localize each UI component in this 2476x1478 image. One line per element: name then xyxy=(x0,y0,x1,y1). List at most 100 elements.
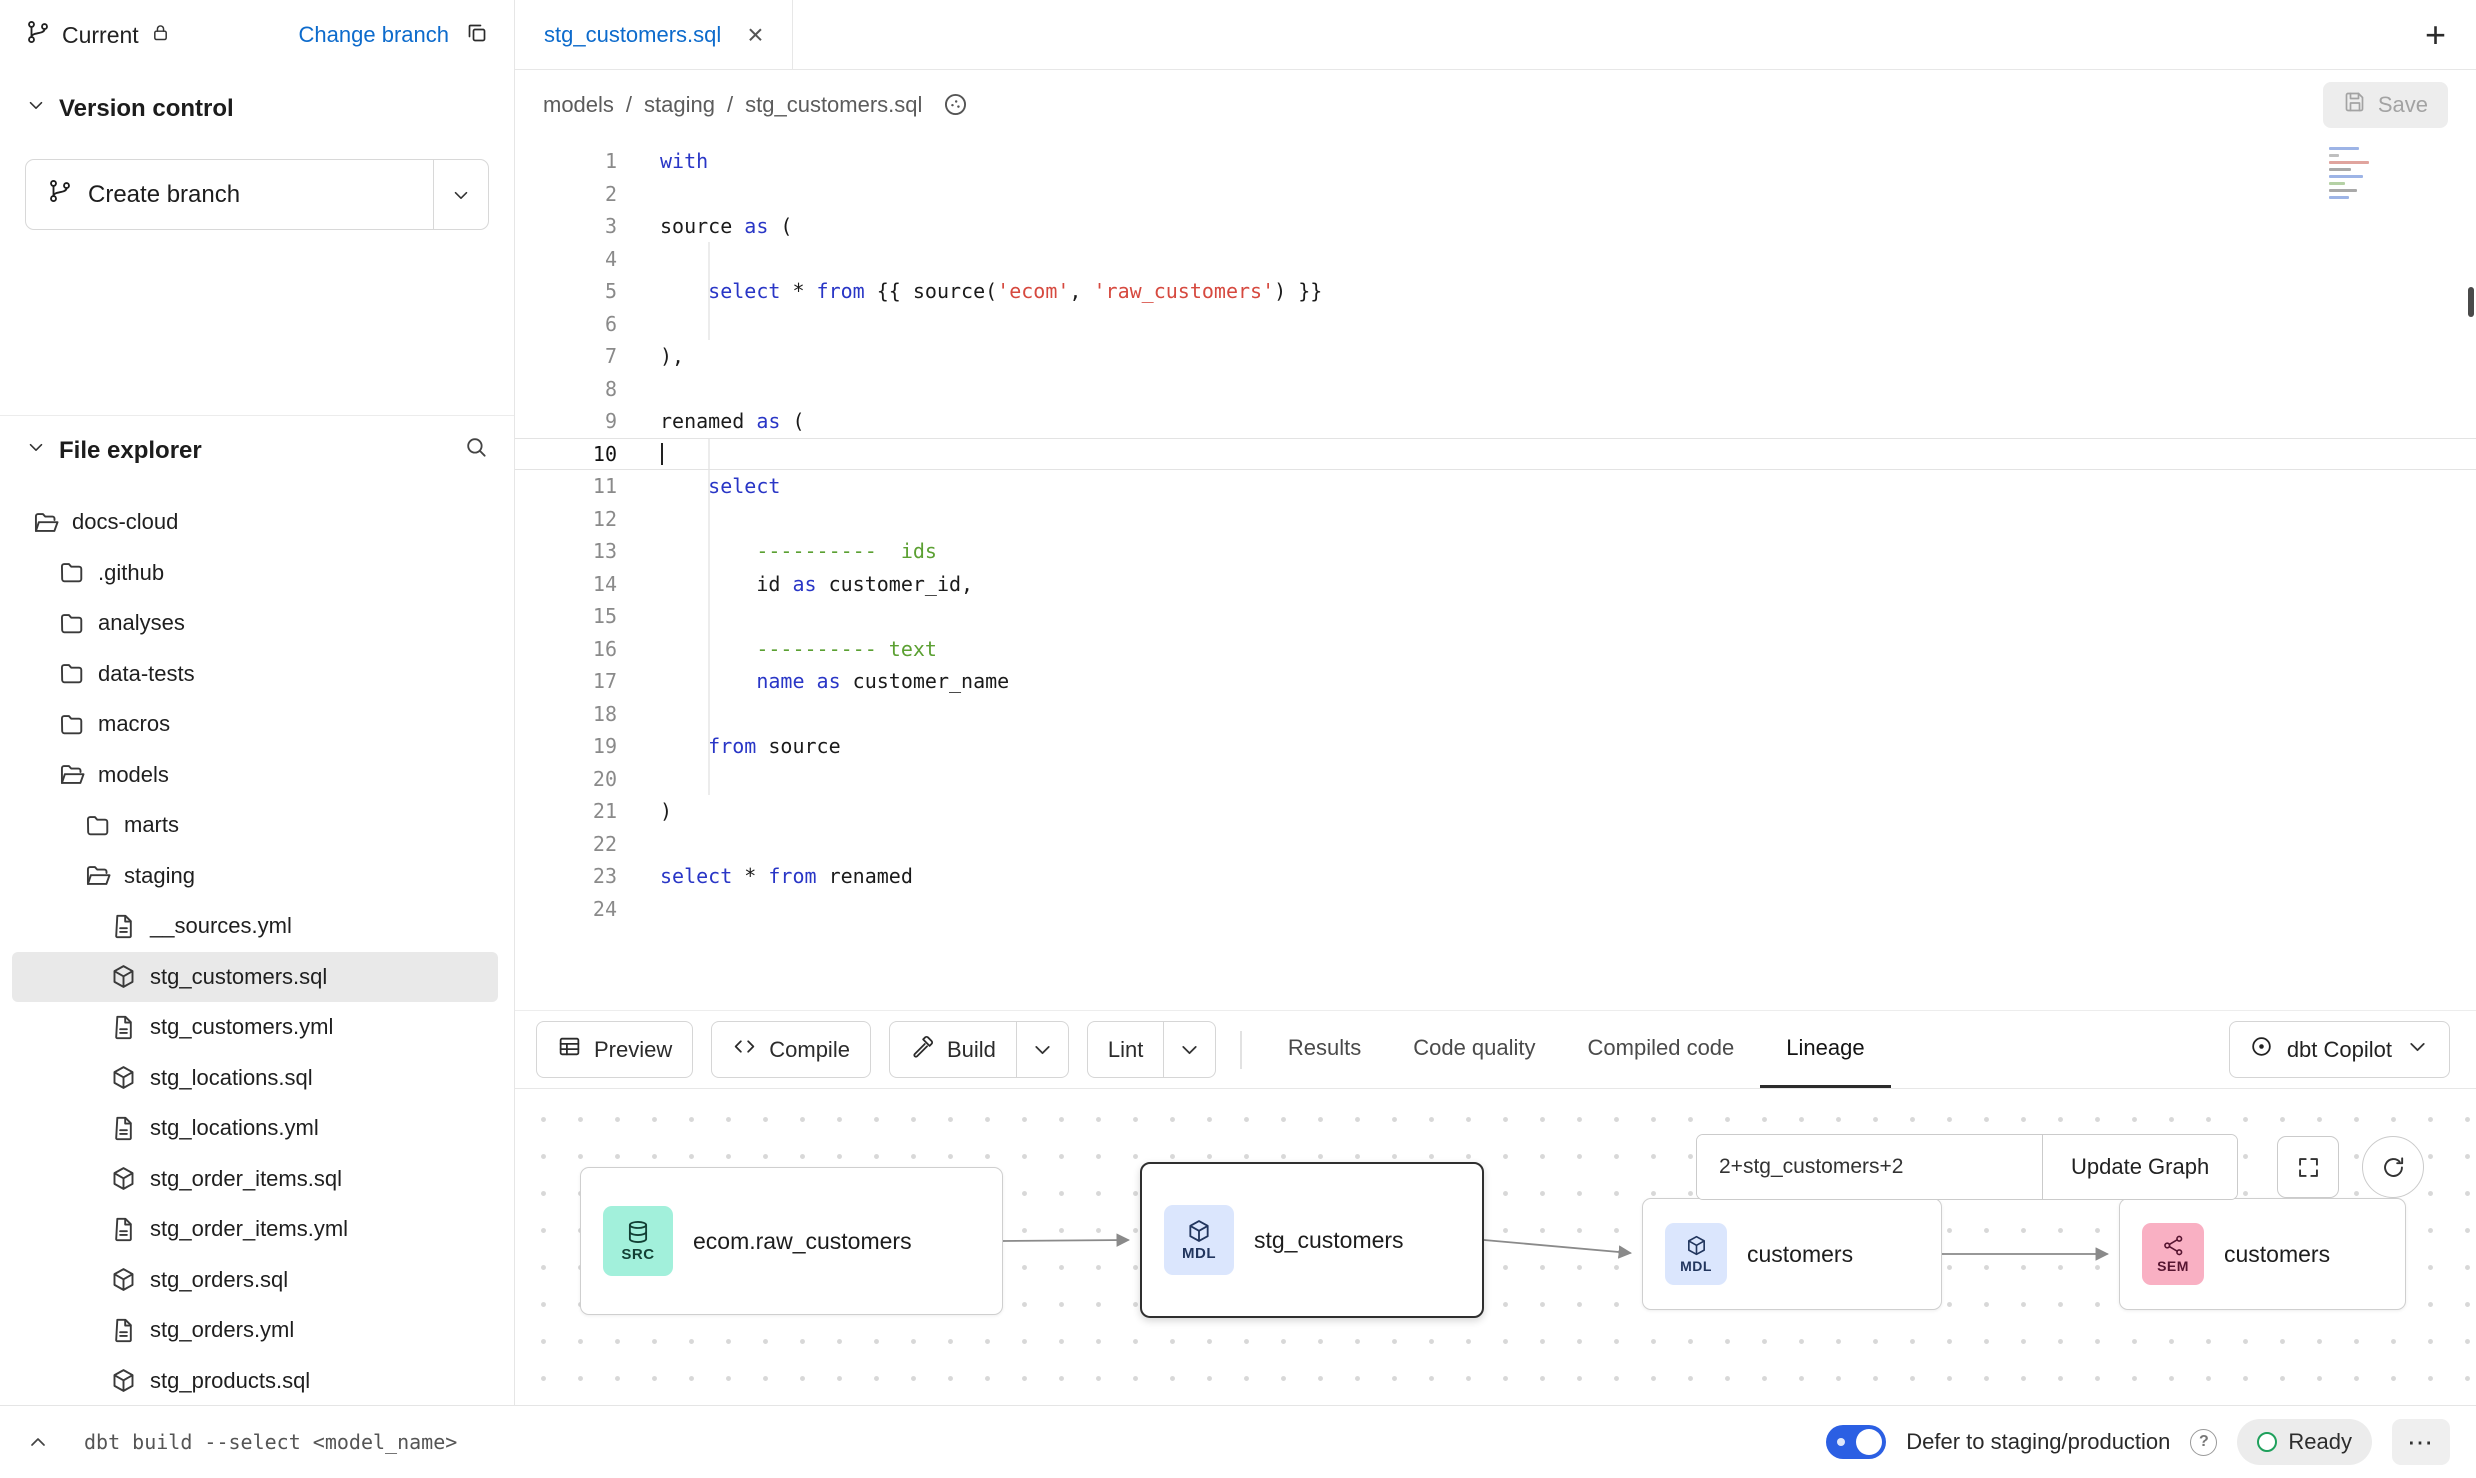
ready-label: Ready xyxy=(2288,1429,2352,1455)
lineage-node-customers[interactable]: SEMcustomers xyxy=(2119,1198,2406,1310)
tab-code-quality[interactable]: Code quality xyxy=(1387,1011,1561,1088)
compile-button[interactable]: Compile xyxy=(711,1021,871,1078)
model-cube-icon xyxy=(110,1266,137,1293)
lineage-canvas[interactable]: Update Graph SRCecom.raw_customersMDLstg… xyxy=(515,1089,2476,1405)
file-icon xyxy=(110,1317,137,1344)
help-icon[interactable]: ? xyxy=(2190,1429,2217,1456)
branch-bar: Current Change branch xyxy=(0,0,514,70)
lineage-node-stg-customers[interactable]: MDLstg_customers xyxy=(1140,1162,1484,1318)
lineage-node-label: stg_customers xyxy=(1254,1227,1404,1254)
copy-icon[interactable] xyxy=(465,21,489,50)
folder-icon xyxy=(84,812,111,839)
lint-dropdown[interactable] xyxy=(1163,1022,1215,1077)
tree-item--github[interactable]: .github xyxy=(12,548,498,599)
chevron-down-icon xyxy=(2405,1034,2430,1065)
folder-icon xyxy=(58,711,85,738)
tree-item-data-tests[interactable]: data-tests xyxy=(12,649,498,700)
folder-open-icon xyxy=(32,509,59,536)
tree-item-models[interactable]: models xyxy=(12,750,498,801)
tree-item-marts[interactable]: marts xyxy=(12,800,498,851)
lineage-node-label: ecom.raw_customers xyxy=(693,1228,912,1255)
create-branch-label: Create branch xyxy=(88,181,240,209)
tree-item-stg-orders-yml[interactable]: stg_orders.yml xyxy=(12,1305,498,1356)
preview-button[interactable]: Preview xyxy=(536,1021,693,1078)
lock-icon xyxy=(150,22,171,49)
lineage-node-ecom-raw-customers[interactable]: SRCecom.raw_customers xyxy=(580,1167,1003,1315)
tree-item-stg-customers-sql[interactable]: stg_customers.sql xyxy=(12,952,498,1003)
tree-item-docs-cloud[interactable]: docs-cloud xyxy=(12,497,498,548)
tree-item-stg-order-items-sql[interactable]: stg_order_items.sql xyxy=(12,1154,498,1205)
build-split-button[interactable]: Build xyxy=(889,1021,1069,1078)
copilot-icon[interactable] xyxy=(942,91,969,118)
save-button[interactable]: Save xyxy=(2323,82,2448,128)
tree-item-label: stg_order_items.sql xyxy=(150,1166,342,1192)
tree-item-stg-order-items-yml[interactable]: stg_order_items.yml xyxy=(12,1204,498,1255)
tree-item-label: macros xyxy=(98,711,170,737)
code-editor[interactable]: 123456789101112131415161718192021222324 … xyxy=(515,139,2476,1010)
breadcrumb-item: staging xyxy=(644,92,715,118)
tree-item-macros[interactable]: macros xyxy=(12,699,498,750)
refresh-button[interactable] xyxy=(2362,1136,2424,1198)
tree-item-label: stg_locations.yml xyxy=(150,1115,319,1141)
tree-item-label: stg_orders.yml xyxy=(150,1317,294,1343)
tree-item-stg-products-sql[interactable]: stg_products.sql xyxy=(12,1356,498,1406)
git-branch-icon xyxy=(25,19,51,51)
tab-results[interactable]: Results xyxy=(1262,1011,1387,1088)
chevron-up-icon[interactable] xyxy=(26,1430,50,1454)
more-options-button[interactable]: ⋯ xyxy=(2392,1419,2450,1465)
file-tree: docs-cloud.github analyses data-tests macro… xyxy=(0,497,514,1405)
lineage-node-label: customers xyxy=(1747,1241,1853,1268)
editor-scrollbar[interactable] xyxy=(2468,287,2474,317)
lineage-node-label: customers xyxy=(2224,1241,2330,1268)
breadcrumb: models/staging/stg_customers.sql xyxy=(543,92,922,118)
tab-lineage[interactable]: Lineage xyxy=(1760,1011,1890,1088)
version-control-section-header[interactable]: Version control xyxy=(0,70,514,131)
create-branch-dropdown[interactable] xyxy=(433,160,488,229)
save-icon xyxy=(2343,90,2367,120)
model-cube-icon xyxy=(110,963,137,990)
lineage-node-customers[interactable]: MDL customers xyxy=(1642,1198,1942,1310)
command-bar-text: dbt build --select <model_name> xyxy=(84,1430,457,1454)
model-cube-icon xyxy=(110,1367,137,1394)
mdl-badge: MDL xyxy=(1665,1223,1727,1285)
tab-compiled-code[interactable]: Compiled code xyxy=(1562,1011,1761,1088)
dbt-cloud-ide: Current Change branch Version control Cr… xyxy=(0,0,2476,1478)
tree-item-staging[interactable]: staging xyxy=(12,851,498,902)
minimap[interactable] xyxy=(2329,147,2381,199)
current-branch-label: Current xyxy=(62,22,139,49)
main-area: stg_customers.sql × + models/staging/stg… xyxy=(515,0,2476,1405)
lineage-selector-input[interactable] xyxy=(1697,1135,2042,1199)
create-branch-split-button: Create branch xyxy=(25,159,489,230)
breadcrumb-row: models/staging/stg_customers.sql Save xyxy=(515,70,2476,139)
model-cube-icon xyxy=(110,1064,137,1091)
folder-open-icon xyxy=(84,862,111,889)
tree-item-stg-locations-sql[interactable]: stg_locations.sql xyxy=(12,1053,498,1104)
ready-indicator-icon xyxy=(2257,1432,2277,1452)
status-badge: Ready xyxy=(2237,1419,2372,1465)
folder-open-icon xyxy=(58,761,85,788)
new-tab-button[interactable]: + xyxy=(2395,0,2476,69)
create-branch-button[interactable]: Create branch xyxy=(26,160,433,229)
file-explorer-section-header[interactable]: File explorer xyxy=(0,415,514,479)
dbt-copilot-button[interactable]: dbt Copilot xyxy=(2229,1021,2450,1078)
fullscreen-button[interactable] xyxy=(2277,1136,2339,1198)
tree-item-stg-locations-yml[interactable]: stg_locations.yml xyxy=(12,1103,498,1154)
tree-item-stg-orders-sql[interactable]: stg_orders.sql xyxy=(12,1255,498,1306)
tree-item-analyses[interactable]: analyses xyxy=(12,598,498,649)
defer-toggle[interactable] xyxy=(1826,1425,1886,1459)
tree-item-stg-customers-yml[interactable]: stg_customers.yml xyxy=(12,1002,498,1053)
lint-split-button[interactable]: Lint xyxy=(1087,1021,1216,1078)
tree-item--sources-yml[interactable]: __sources.yml xyxy=(12,901,498,952)
search-icon[interactable] xyxy=(463,434,489,467)
editor-code[interactable]: withsource as ( select * from {{ source(… xyxy=(515,145,2476,925)
build-dropdown[interactable] xyxy=(1016,1022,1068,1077)
close-icon[interactable]: × xyxy=(747,21,763,49)
update-graph-button[interactable]: Update Graph xyxy=(2042,1135,2237,1199)
tree-item-label: stg_orders.sql xyxy=(150,1267,288,1293)
change-branch-link[interactable]: Change branch xyxy=(299,22,449,48)
folder-icon xyxy=(58,610,85,637)
hammer-icon xyxy=(910,1034,935,1065)
tree-item-label: data-tests xyxy=(98,661,195,687)
tree-item-label: analyses xyxy=(98,610,185,636)
tab-stg-customers-sql[interactable]: stg_customers.sql × xyxy=(515,0,793,69)
